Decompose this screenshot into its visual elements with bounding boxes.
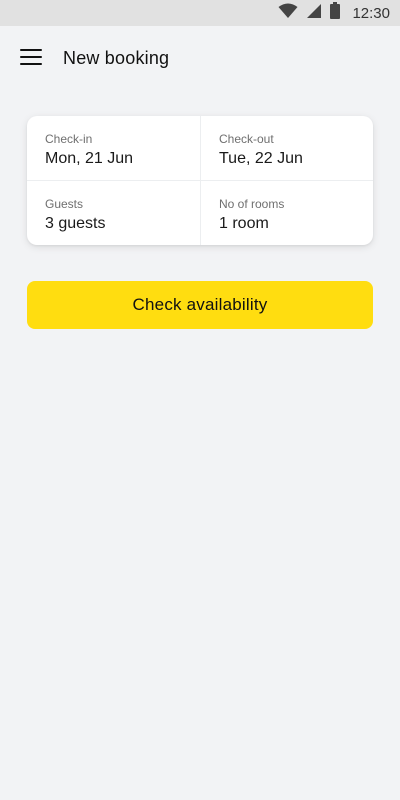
guests-value: 3 guests: [45, 215, 106, 232]
check-availability-button[interactable]: Check availability: [27, 281, 373, 329]
rooms-field[interactable]: No of rooms 1 room: [201, 181, 361, 245]
booking-card: Check-in Mon, 21 Jun Check-out Tue, 22 J…: [27, 116, 373, 245]
hamburger-menu-icon[interactable]: [18, 46, 44, 68]
status-time: 12:30: [352, 4, 390, 22]
status-icons: 12:30: [278, 0, 390, 26]
check-out-value: Tue, 22 Jun: [219, 150, 303, 167]
check-out-field[interactable]: Check-out Tue, 22 Jun: [201, 116, 361, 180]
battery-icon: [330, 2, 341, 24]
rooms-label: No of rooms: [219, 197, 285, 211]
app-bar: New booking: [0, 26, 400, 90]
rooms-value: 1 room: [219, 215, 269, 232]
check-in-label: Check-in: [45, 132, 93, 146]
guests-field[interactable]: Guests 3 guests: [27, 181, 187, 245]
wifi-icon: [278, 3, 298, 24]
check-in-value: Mon, 21 Jun: [45, 150, 134, 167]
check-out-label: Check-out: [219, 132, 274, 146]
page-title: New booking: [63, 48, 170, 68]
check-in-field[interactable]: Check-in Mon, 21 Jun: [27, 116, 187, 180]
cellular-signal-icon: [306, 3, 322, 24]
status-bar: 12:30: [0, 0, 400, 26]
guests-label: Guests: [45, 197, 84, 211]
